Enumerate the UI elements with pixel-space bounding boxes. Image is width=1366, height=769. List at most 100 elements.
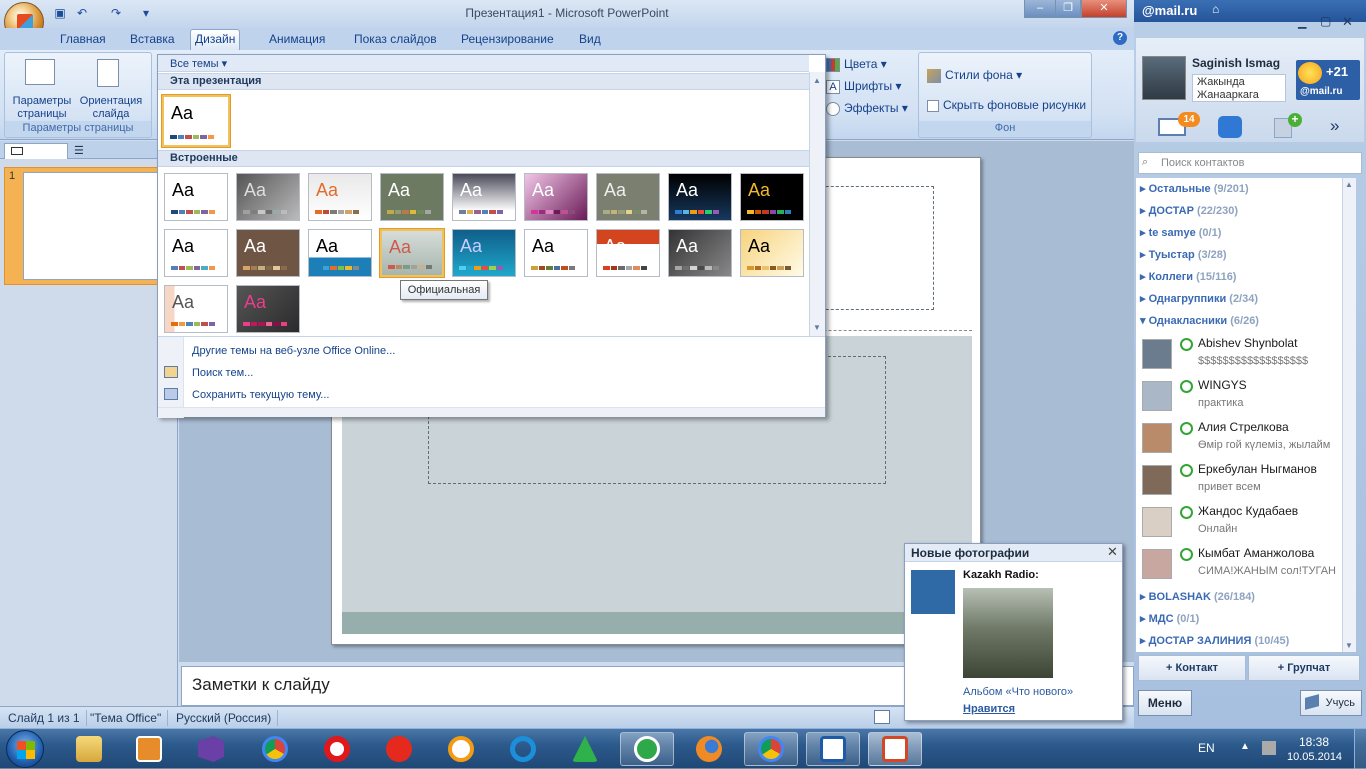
kazakh-radio-logo[interactable] (911, 570, 955, 614)
theme-tile[interactable]: Aa (380, 229, 444, 277)
slide-thumbnail[interactable]: 1 (4, 167, 176, 285)
theme-tile[interactable]: Aa (164, 285, 228, 333)
theme-tile[interactable]: Aa (596, 229, 660, 277)
taskbar-mailru-agent[interactable] (434, 732, 488, 766)
taskbar-powerpoint[interactable] (868, 732, 922, 766)
scroll-up-icon[interactable]: ▲ (813, 76, 821, 85)
add-groupchat-button[interactable]: + Групчат (1248, 655, 1360, 681)
contact-item[interactable]: Abishev Shynbolat $$$$$$$$$$$$$$$$$$ (1136, 334, 1342, 376)
add-contact-button[interactable]: + Контакт (1138, 655, 1246, 681)
popup-source[interactable]: Kazakh Radio: (963, 569, 1039, 581)
contact-group[interactable]: ▸ ДОСТАР (22/230) (1140, 204, 1238, 217)
taskbar-mail-active[interactable] (620, 732, 674, 766)
contact-group[interactable]: ▸ Остальные (9/201) (1140, 182, 1249, 195)
tab-home[interactable]: Главная (56, 32, 110, 50)
status-language[interactable]: Русский (Россия) (170, 710, 279, 726)
tab-slideshow[interactable]: Показ слайдов (350, 32, 441, 50)
contact-item[interactable]: Алия Стрелкова Өмір гой күлеміз, жылайм (1136, 418, 1342, 460)
news-photo[interactable] (963, 588, 1053, 678)
more-icon[interactable]: » (1330, 116, 1339, 136)
like-link[interactable]: Нравится (963, 703, 1015, 715)
theme-tile[interactable]: Aa (308, 229, 372, 277)
user-status[interactable]: Жакында Жанааркага (1192, 74, 1286, 102)
agent-menu-button[interactable]: Меню (1138, 690, 1192, 716)
taskbar-explorer[interactable] (62, 732, 116, 766)
tab-design[interactable]: Дизайн (190, 29, 241, 50)
agent-minimize-icon[interactable]: ▁ (1298, 16, 1306, 29)
tab-animation[interactable]: Анимация (265, 32, 329, 50)
theme-tile[interactable]: Aa (164, 229, 228, 277)
background-styles-button[interactable]: Стили фона ▾ (927, 67, 1022, 83)
world-icon[interactable] (1218, 116, 1242, 138)
clock-date[interactable]: 10.05.2014 (1287, 751, 1342, 763)
normal-view-icon[interactable] (874, 710, 890, 724)
tray-arrow-icon[interactable]: ▲ (1240, 741, 1254, 753)
contact-item[interactable]: WINGYS практика (1136, 376, 1342, 418)
hide-background-checkbox[interactable]: Скрыть фоновые рисунки (927, 97, 1086, 113)
tab-view[interactable]: Вид (575, 32, 605, 50)
contacts-scroll-up-icon[interactable]: ▲ (1345, 180, 1353, 189)
themes-filter-dropdown[interactable]: Все темы ▾ (170, 57, 227, 70)
effects-button[interactable]: Эффекты ▾ (826, 100, 914, 116)
theme-tile[interactable]: Aa (380, 173, 444, 221)
theme-tile[interactable]: Aa (524, 173, 588, 221)
agent-close-icon[interactable]: ✕ (1342, 14, 1353, 30)
theme-tile[interactable]: Aa (740, 173, 804, 221)
slides-tab[interactable] (4, 143, 68, 159)
show-desktop-button[interactable] (1354, 729, 1366, 769)
language-indicator[interactable]: EN (1198, 741, 1215, 755)
taskbar-chrome-2[interactable] (744, 732, 798, 766)
resize-grip[interactable] (158, 407, 825, 417)
contact-group[interactable]: ▾ Однакласники (6/26) (1140, 314, 1259, 327)
contact-group[interactable]: ▸ Однагруппики (2/34) (1140, 292, 1258, 305)
contact-item[interactable]: Еркебулан Ныгманов привет всем (1136, 460, 1342, 502)
home-icon[interactable]: ⌂ (1212, 2, 1230, 18)
weather-widget[interactable]: +21 @mail.ru (1296, 60, 1360, 100)
more-themes-online-item[interactable]: Другие темы на веб-узле Office Online... (192, 345, 395, 357)
theme-tile[interactable]: Aa (524, 229, 588, 277)
theme-tile[interactable]: Aa (452, 173, 516, 221)
close-button[interactable]: ✕ (1081, 0, 1127, 18)
theme-tile[interactable]: Aa (236, 285, 300, 333)
redo-icon[interactable]: ↷ (108, 5, 124, 21)
taskbar-ie[interactable] (496, 732, 550, 766)
minimize-button[interactable]: – (1024, 0, 1056, 18)
contact-item[interactable]: Жандос Кудабаев Онлайн (1136, 502, 1342, 544)
themes-scrollbar[interactable]: ▲ ▼ (809, 72, 825, 336)
contact-scrollbar[interactable]: ▲ ▼ (1342, 178, 1356, 652)
theme-tile[interactable]: Aa (668, 229, 732, 277)
user-avatar[interactable] (1142, 56, 1186, 100)
tab-insert[interactable]: Вставка (126, 32, 179, 50)
orientation-button[interactable]: Ориентация слайда (75, 95, 147, 121)
save-icon[interactable]: ▣ (52, 5, 68, 21)
theme-tile[interactable]: Aa (668, 173, 732, 221)
taskbar-chrome[interactable] (248, 732, 302, 766)
taskbar-app-a[interactable] (558, 732, 612, 766)
theme-tile[interactable]: Aa (740, 229, 804, 277)
restore-button[interactable]: ❐ (1055, 0, 1081, 18)
save-theme-item[interactable]: Сохранить текущую тему... (192, 389, 329, 401)
taskbar-yandex[interactable] (372, 732, 426, 766)
theme-tile[interactable]: Aa (236, 229, 300, 277)
contact-item[interactable]: Кымбат Аманжолова СИМА!ЖАНЫМ сол!ТУГАН (1136, 544, 1342, 586)
agent-restore-icon[interactable]: ▢ (1320, 14, 1331, 28)
contact-group[interactable]: ▸ te samye (0/1) (1140, 226, 1221, 239)
theme-tile[interactable]: Aa (236, 173, 300, 221)
page-setup-button[interactable]: Параметры страницы (7, 95, 77, 121)
network-icon[interactable] (1262, 741, 1276, 755)
start-button[interactable] (6, 730, 44, 768)
album-link[interactable]: Альбом «Что нового» (963, 686, 1073, 698)
taskbar-visualstudio[interactable] (184, 732, 238, 766)
theme-tile[interactable]: Aa (164, 173, 228, 221)
add-app-icon[interactable]: + (1288, 113, 1302, 127)
theme-current[interactable]: Aa (162, 95, 230, 147)
contact-group[interactable]: ▸ ДОСТАР ЗАЛИНИЯ (10/45) (1140, 634, 1289, 647)
contact-group[interactable]: ▸ Коллеги (15/116) (1140, 270, 1236, 283)
outline-tab-icon[interactable]: ☰ (74, 144, 84, 157)
browse-themes-item[interactable]: Поиск тем... (192, 367, 253, 379)
taskbar-media[interactable] (122, 732, 176, 766)
learn-button[interactable]: Учусь (1300, 690, 1362, 716)
taskbar-firefox[interactable] (682, 732, 736, 766)
customize-qat-icon[interactable]: ▾ (138, 5, 154, 21)
taskbar-opera[interactable] (310, 732, 364, 766)
